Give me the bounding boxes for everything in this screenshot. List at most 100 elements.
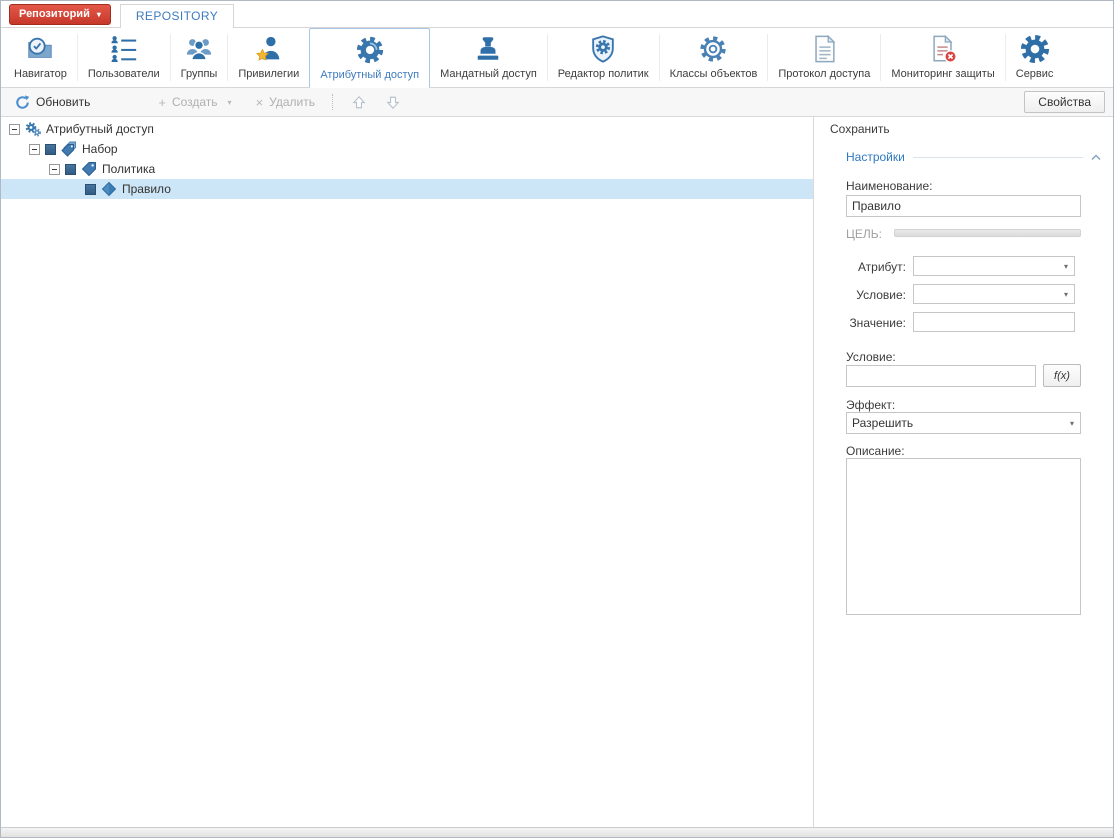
collapse-expander-icon[interactable] xyxy=(9,124,20,135)
refresh-label: Обновить xyxy=(36,95,90,109)
settings-section-title: Настройки xyxy=(846,150,905,164)
arrow-down-icon xyxy=(386,95,400,110)
ribbon-item-label: Редактор политик xyxy=(558,68,649,80)
description-textarea[interactable] xyxy=(846,458,1081,615)
toolbar-separator xyxy=(332,94,333,110)
repository-menu-button[interactable]: Репозиторий ▾ xyxy=(9,4,111,25)
ribbon-item-label: Пользователи xyxy=(88,68,160,80)
tag-icon xyxy=(81,161,97,177)
caret-down-icon: ▾ xyxy=(97,10,101,19)
name-input[interactable] xyxy=(846,195,1081,217)
ribbon-item-label: Протокол доступа xyxy=(778,68,870,80)
attribute-access-icon xyxy=(354,34,386,66)
close-icon: × xyxy=(256,96,264,109)
rule-diamond-icon xyxy=(101,181,117,197)
move-down-button[interactable] xyxy=(376,93,410,112)
tree-panel: Атрибутный доступ Набор xyxy=(1,117,814,827)
plus-icon: + xyxy=(158,96,166,109)
ribbon-item-monitoring[interactable]: Мониторинг защиты xyxy=(881,28,1004,87)
fx-button[interactable]: f(x) xyxy=(1043,364,1081,387)
create-button[interactable]: + Создать xyxy=(150,92,225,112)
caret-down-icon: ▾ xyxy=(1058,262,1074,271)
groups-icon xyxy=(183,33,215,65)
ribbon-item-attribute-access[interactable]: Атрибутный доступ xyxy=(309,28,430,88)
checkbox[interactable] xyxy=(45,144,56,155)
tags-icon xyxy=(61,141,77,157)
refresh-icon xyxy=(15,95,30,110)
attribute-label: Атрибут: xyxy=(846,260,906,274)
ribbon-item-policy-editor[interactable]: Редактор политик xyxy=(548,28,659,87)
tree-node-label: Атрибутный доступ xyxy=(46,122,154,136)
ribbon-item-navigator[interactable]: Навигатор xyxy=(4,28,77,87)
ribbon: Навигатор Пользователи xyxy=(1,28,1113,88)
ribbon-item-groups[interactable]: Группы xyxy=(171,28,228,87)
arrow-up-icon xyxy=(352,95,366,110)
navigator-icon xyxy=(24,33,56,65)
target-collapsed-bar[interactable] xyxy=(894,229,1081,237)
value-input[interactable] xyxy=(913,312,1075,332)
toolbar: Обновить + Создать ▾ × Удалить xyxy=(1,88,1113,117)
settings-section-header[interactable]: Настройки xyxy=(846,149,1101,165)
properties-button[interactable]: Свойства xyxy=(1024,91,1105,113)
attribute-access-small-icon xyxy=(25,121,41,137)
move-up-button[interactable] xyxy=(342,93,376,112)
repository-menu-label: Репозиторий xyxy=(19,8,90,20)
main-area: Атрибутный доступ Набор xyxy=(1,117,1113,827)
tree-node-label: Правило xyxy=(122,182,171,196)
tree-row-set[interactable]: Набор xyxy=(1,139,813,159)
collapse-expander-icon[interactable] xyxy=(29,144,40,155)
save-button[interactable]: Сохранить xyxy=(830,122,890,136)
description-label: Описание: xyxy=(846,444,905,458)
ribbon-item-label: Сервис xyxy=(1016,68,1054,80)
refresh-button[interactable]: Обновить xyxy=(7,92,98,113)
tree-row-attribute-access[interactable]: Атрибутный доступ xyxy=(1,119,813,139)
policy-editor-icon xyxy=(587,33,619,65)
condition-label: Условие: xyxy=(846,288,906,302)
properties-label: Свойства xyxy=(1038,95,1091,109)
condition2-input[interactable] xyxy=(846,365,1036,387)
checkbox[interactable] xyxy=(85,184,96,195)
privileges-icon xyxy=(253,33,285,65)
ribbon-item-access-log[interactable]: Протокол доступа xyxy=(768,28,880,87)
titlebar: Репозиторий ▾ REPOSITORY xyxy=(1,1,1113,28)
chevron-up-icon[interactable] xyxy=(1091,154,1101,161)
ribbon-item-label: Классы объектов xyxy=(670,68,758,80)
ribbon-item-privileges[interactable]: Привилегии xyxy=(228,28,309,87)
ribbon-item-label: Навигатор xyxy=(14,68,67,80)
target-label: ЦЕЛЬ: xyxy=(846,227,882,241)
create-caret-down-icon[interactable]: ▾ xyxy=(226,98,234,107)
status-bar xyxy=(1,827,1113,837)
condition-combo[interactable]: ▾ xyxy=(913,284,1075,304)
ribbon-item-users[interactable]: Пользователи xyxy=(78,28,170,87)
delete-label: Удалить xyxy=(269,95,315,109)
access-log-icon xyxy=(808,33,840,65)
monitoring-icon xyxy=(927,33,959,65)
condition2-label: Условие: xyxy=(846,350,896,364)
tree-row-rule[interactable]: Правило xyxy=(1,179,813,199)
properties-panel: Сохранить Настройки Наименование: ЦЕЛЬ: … xyxy=(814,117,1113,827)
effect-combo[interactable]: Разрешить ▾ xyxy=(846,412,1081,434)
tab-repository[interactable]: REPOSITORY xyxy=(120,4,234,29)
ribbon-item-label: Мониторинг защиты xyxy=(891,68,994,80)
tree-row-policy[interactable]: Политика xyxy=(1,159,813,179)
value-label: Значение: xyxy=(846,316,906,330)
tree-node-label: Набор xyxy=(82,142,118,156)
section-divider-line xyxy=(913,157,1083,158)
collapse-expander-icon[interactable] xyxy=(49,164,60,175)
effect-label: Эффект: xyxy=(846,398,895,412)
object-classes-icon xyxy=(697,33,729,65)
ribbon-item-mandatory-access[interactable]: Мандатный доступ xyxy=(430,28,547,87)
checkbox[interactable] xyxy=(65,164,76,175)
users-list-icon xyxy=(108,33,140,65)
create-label: Создать xyxy=(172,95,218,109)
caret-down-icon: ▾ xyxy=(1064,419,1080,428)
ribbon-item-label: Атрибутный доступ xyxy=(320,69,419,81)
effect-combo-value: Разрешить xyxy=(847,416,1064,430)
tab-repository-label: REPOSITORY xyxy=(136,9,218,23)
mandatory-access-icon xyxy=(472,33,504,65)
name-label: Наименование: xyxy=(846,179,933,193)
ribbon-item-object-classes[interactable]: Классы объектов xyxy=(660,28,768,87)
ribbon-item-service[interactable]: Сервис xyxy=(1006,28,1064,87)
delete-button[interactable]: × Удалить xyxy=(248,92,323,112)
attribute-combo[interactable]: ▾ xyxy=(913,256,1075,276)
